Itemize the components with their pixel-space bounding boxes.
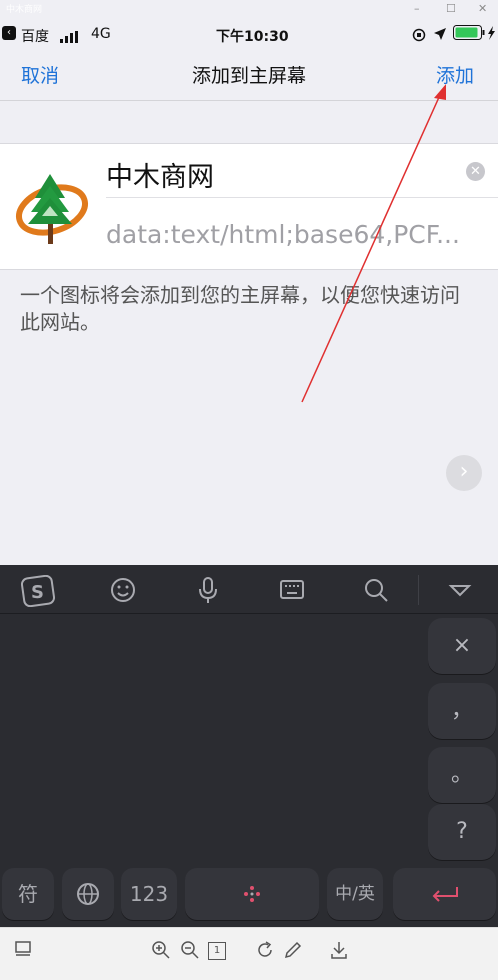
pen-icon[interactable] — [282, 940, 304, 962]
window-titlebar: 中木商网 – ☐ ✕ — [0, 0, 498, 18]
space-key[interactable] — [185, 868, 319, 920]
clock: 下午10:30 — [216, 29, 289, 45]
download-icon[interactable] — [328, 940, 350, 962]
cancel-button[interactable]: 取消 — [21, 61, 59, 88]
add-button[interactable]: 添加 — [436, 61, 474, 88]
period-key[interactable]: 。 — [428, 747, 496, 803]
rotate-icon[interactable] — [254, 940, 276, 962]
zoom-in-icon[interactable] — [150, 940, 172, 962]
svg-text:S: S — [31, 582, 44, 603]
maximize-button[interactable]: ☐ — [446, 2, 456, 15]
globe-key[interactable] — [62, 868, 114, 920]
keyboard-icon[interactable] — [274, 575, 310, 605]
back-app-label[interactable]: 百度 — [21, 26, 49, 46]
go-arrow-button[interactable]: › — [446, 455, 482, 491]
actual-size-button[interactable]: 1 — [208, 942, 226, 960]
battery-icon — [453, 25, 497, 45]
minimize-button[interactable]: – — [414, 2, 420, 15]
comma-key[interactable]: ， — [428, 683, 496, 739]
close-window-button[interactable]: ✕ — [478, 2, 487, 15]
shortcut-name-input[interactable] — [106, 154, 456, 194]
location-icon — [433, 26, 447, 45]
description-text: 一个图标将会添加到您的主屏幕，以便您快速访问此网站。 — [20, 283, 460, 334]
search-icon[interactable] — [358, 575, 394, 605]
status-bar: ‹ 百度 4G 下午10:30 — [0, 18, 498, 50]
question-key[interactable]: ? — [428, 804, 496, 860]
collapse-icon[interactable] — [442, 575, 478, 605]
enter-key[interactable] — [393, 868, 496, 920]
layout-icon[interactable] — [12, 940, 34, 962]
keyboard-toolbar — [0, 565, 498, 614]
zoom-out-icon[interactable] — [179, 940, 201, 962]
shortcut-card: data:text/html;base64,PCF... — [0, 143, 498, 270]
numbers-key[interactable]: 123 — [121, 868, 177, 920]
symbol-key[interactable]: 符 — [2, 868, 54, 920]
site-logo-icon — [12, 166, 94, 248]
microphone-icon[interactable] — [190, 575, 226, 605]
divider — [106, 197, 498, 198]
delete-key[interactable]: × — [428, 618, 496, 674]
signal-icon — [60, 28, 80, 47]
orientation-lock-icon — [412, 27, 426, 46]
viewer-toolbar — [0, 927, 498, 980]
shortcut-url: data:text/html;base64,PCF... — [106, 220, 460, 249]
language-switch-key[interactable]: 中/英 — [327, 868, 383, 920]
back-arrow-icon[interactable]: ‹ — [2, 26, 16, 40]
page-title: 添加到主屏幕 — [191, 65, 306, 87]
clear-text-button[interactable]: ✕ — [466, 162, 485, 181]
window-title: 中木商网 — [6, 5, 43, 15]
sogou-logo-icon[interactable]: S — [20, 574, 56, 608]
network-type: 4G — [91, 26, 111, 42]
navigation-bar: 添加到主屏幕 取消 添加 — [0, 50, 498, 101]
emoji-icon[interactable] — [105, 575, 141, 605]
toolbar-divider — [418, 575, 419, 605]
